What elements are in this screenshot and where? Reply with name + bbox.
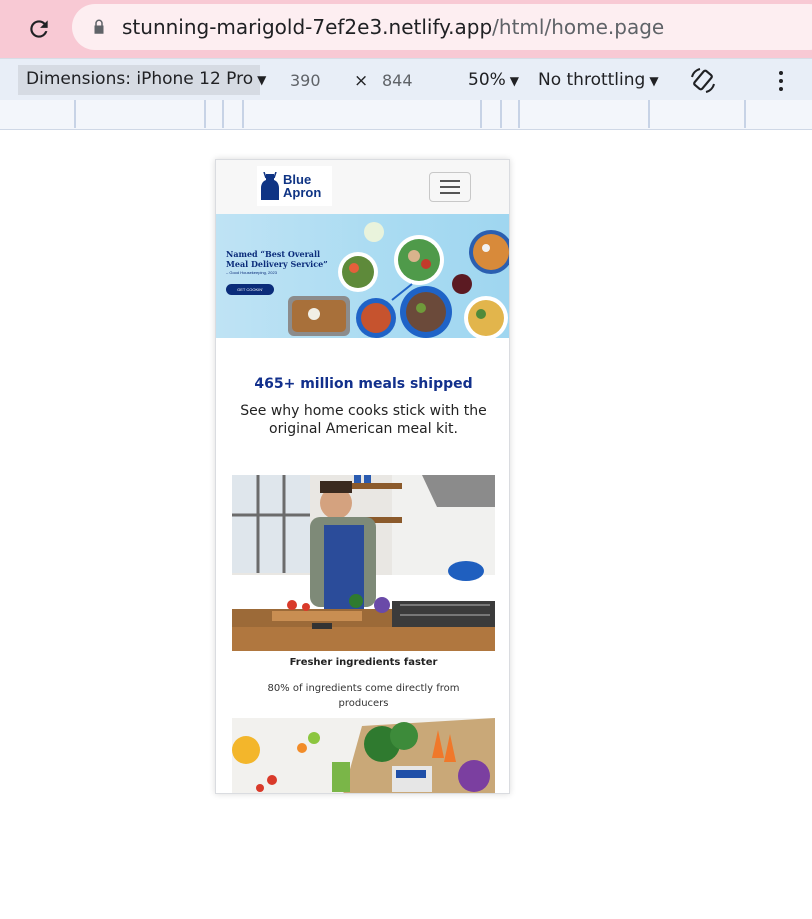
width-input[interactable]: 390 (290, 71, 321, 90)
lock-icon[interactable] (90, 18, 108, 36)
url-host: stunning-marigold-7ef2e3.netlify.app (122, 15, 493, 39)
dimensions-dropdown[interactable]: Dimensions: iPhone 12 Pro ▼ (18, 65, 266, 95)
hamburger-icon[interactable] (429, 172, 471, 202)
feature-text: 80% of ingredients come directly from pr… (267, 683, 460, 709)
dimensions-label: Dimensions: iPhone 12 Pro (26, 69, 254, 89)
throttling-label: No throttling (538, 70, 646, 90)
apron-logo-icon (261, 172, 279, 200)
throttling-dropdown[interactable]: No throttling ▼ (538, 70, 659, 90)
browser-toolbar: stunning-marigold-7ef2e3.netlify.app/htm… (0, 0, 812, 58)
zoom-dropdown[interactable]: 50% ▼ (468, 70, 519, 90)
caret-down-icon: ▼ (257, 73, 267, 87)
height-input[interactable]: 844 (382, 71, 413, 90)
device-viewport: Blue Apron Named “Best Overall Meal Deli… (215, 159, 510, 794)
more-vert-icon[interactable] (772, 69, 790, 93)
reload-icon[interactable] (22, 12, 56, 46)
site-navbar: Blue Apron (216, 160, 509, 214)
rotate-icon[interactable] (688, 67, 718, 95)
site-logo[interactable]: Blue Apron (257, 166, 332, 206)
chef-kitchen-image (232, 475, 495, 651)
caret-down-icon: ▼ (509, 74, 520, 88)
feature-title: Fresher ingredients faster (289, 657, 438, 668)
stat-title: 465+ million meals shipped (254, 376, 473, 392)
times-sign: × (354, 71, 369, 91)
url-text[interactable]: stunning-marigold-7ef2e3.netlify.app/htm… (122, 15, 664, 39)
media-query-ruler (0, 100, 812, 130)
meal-dishes-image (288, 222, 509, 338)
logo-text: Blue Apron (283, 172, 322, 200)
produce-box-image (232, 718, 495, 793)
hero-banner[interactable]: Named “Best Overall Meal Delivery Servic… (216, 214, 509, 338)
stat-subtitle: See why home cooks stick with the origin… (240, 403, 487, 437)
device-toolbar: Dimensions: iPhone 12 Pro ▼ 390 × 844 50%… (0, 58, 812, 100)
url-path: /html/home.page (492, 15, 665, 39)
caret-down-icon: ▼ (649, 74, 659, 88)
zoom-label: 50% (468, 70, 506, 90)
address-bar[interactable]: stunning-marigold-7ef2e3.netlify.app/htm… (72, 4, 812, 50)
